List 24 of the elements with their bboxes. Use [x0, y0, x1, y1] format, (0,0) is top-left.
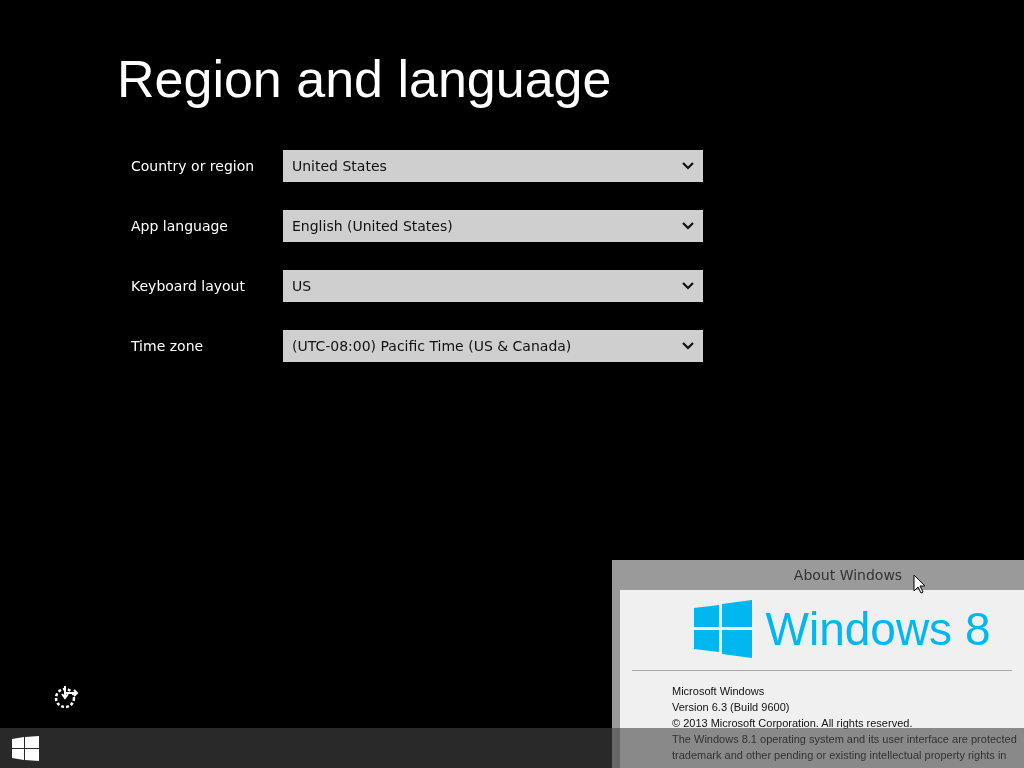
- logo-text: Windows 8: [765, 604, 991, 654]
- ease-of-access-icon[interactable]: [52, 684, 80, 710]
- chevron-down-icon: [682, 222, 694, 230]
- mouse-cursor-icon: [913, 574, 926, 594]
- chevron-down-icon: [682, 342, 694, 350]
- window-title: About Windows: [792, 566, 903, 585]
- field-label: Country or region: [131, 157, 255, 174]
- dropdown[interactable]: United States: [283, 150, 703, 182]
- info-line: trademark and other pending or existing intellectual property rights in: [672, 748, 1007, 763]
- info-line: Version 6.3 (Build 9600): [672, 700, 790, 715]
- field-label: Keyboard layout: [131, 277, 245, 294]
- field-label: App language: [131, 217, 228, 234]
- info-line: The Windows 8.1 operating system and its user interface are protected: [672, 732, 1017, 747]
- chevron-down-icon: [682, 162, 694, 170]
- info-line: Microsoft Windows: [672, 684, 765, 699]
- info-line: © 2013 Microsoft Corporation. All rights reserved.: [672, 716, 913, 731]
- dropdown[interactable]: US: [283, 270, 703, 302]
- dropdown[interactable]: English (United States): [283, 210, 703, 242]
- page-title: Region and language: [117, 49, 612, 110]
- dropdown[interactable]: (UTC-08:00) Pacific Time (US & Canada): [283, 330, 703, 362]
- chevron-down-icon: [682, 282, 694, 290]
- field-label: Time zone: [131, 337, 204, 354]
- windows-logo-icon: [693, 600, 752, 658]
- start-button-icon[interactable]: [12, 735, 39, 761]
